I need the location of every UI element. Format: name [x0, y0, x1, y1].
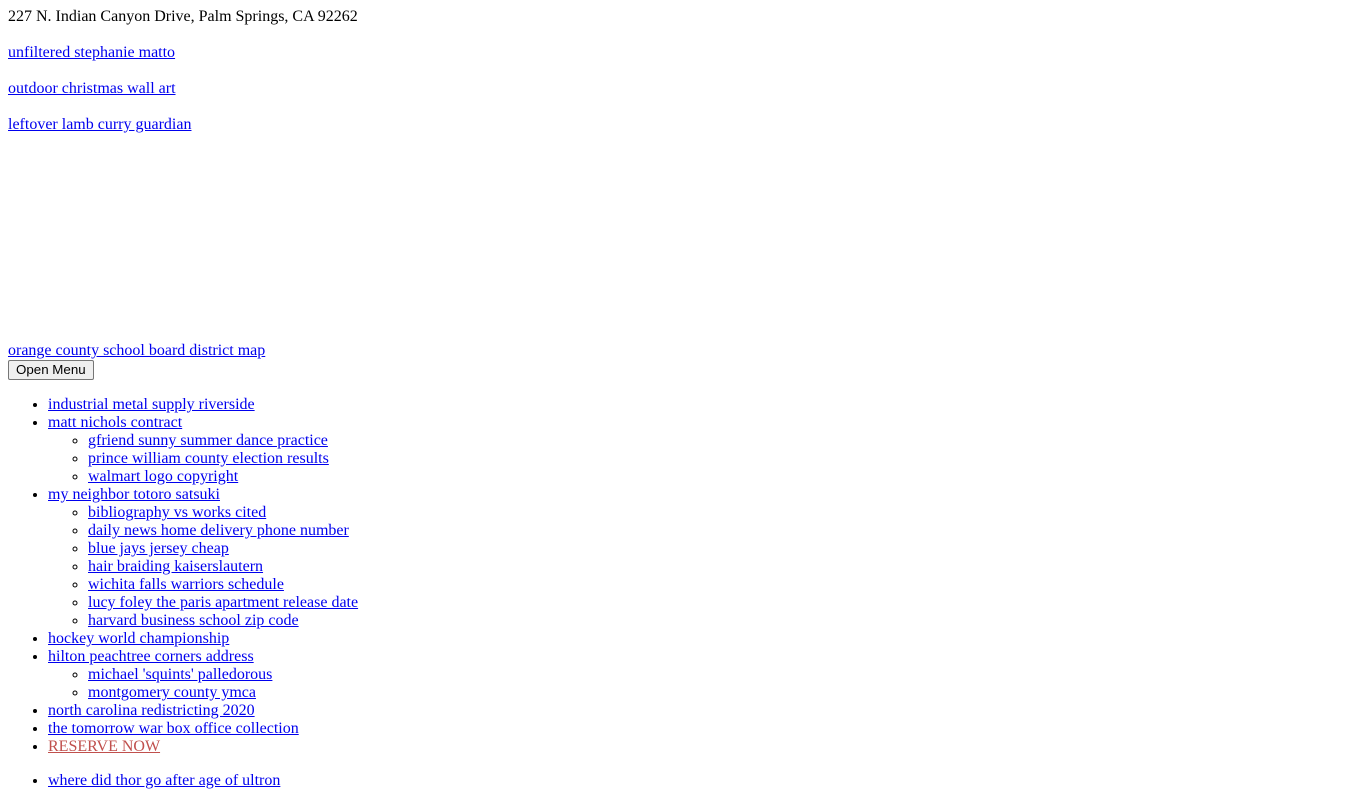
subnav-item: walmart logo copyright	[88, 468, 1358, 486]
subnav-link-hair-braiding-kaiserslautern[interactable]: hair braiding kaiserslautern	[88, 558, 263, 575]
subnav-item: michael 'squints' palledorous	[88, 666, 1358, 684]
nav-item-hilton-peachtree-corners-address: hilton peachtree corners address michael…	[48, 648, 1358, 702]
top-link-leftover-lamb-curry-guardian[interactable]: leftover lamb curry guardian	[8, 116, 191, 133]
subnav-link-harvard-business-school-zip-code[interactable]: harvard business school zip code	[88, 612, 299, 629]
submenu-my-neighbor-totoro-satsuki: bibliography vs works cited daily news h…	[48, 504, 1358, 630]
nav-link-matt-nichols-contract[interactable]: matt nichols contract	[48, 414, 182, 431]
submenu-hilton-peachtree-corners-address: michael 'squints' palledorous montgomery…	[48, 666, 1358, 702]
subnav-link-bibliography-vs-works-cited[interactable]: bibliography vs works cited	[88, 504, 266, 521]
subnav-item: blue jays jersey cheap	[88, 540, 1358, 558]
submenu-matt-nichols-contract: gfriend sunny summer dance practice prin…	[48, 432, 1358, 486]
subnav-link-blue-jays-jersey-cheap[interactable]: blue jays jersey cheap	[88, 540, 229, 557]
subnav-item: lucy foley the paris apartment release d…	[88, 594, 1358, 612]
subnav-item: prince william county election results	[88, 450, 1358, 468]
nav-item-north-carolina-redistricting-2020: north carolina redistricting 2020	[48, 702, 1358, 720]
brand-link-orange-county-school-board-district-map[interactable]: orange county school board district map	[8, 342, 265, 359]
nav-link-where-did-thor-go-after-age-of-ultron[interactable]: where did thor go after age of ultron	[48, 772, 280, 789]
reserve-now-link[interactable]: RESERVE NOW	[48, 738, 160, 755]
nav-link-north-carolina-redistricting-2020[interactable]: north carolina redistricting 2020	[48, 702, 255, 719]
subnav-item: hair braiding kaiserslautern	[88, 558, 1358, 576]
empty-media-block	[8, 152, 1358, 342]
nav-link-hilton-peachtree-corners-address[interactable]: hilton peachtree corners address	[48, 648, 254, 665]
nav-item-my-neighbor-totoro-satsuki: my neighbor totoro satsuki bibliography …	[48, 486, 1358, 630]
subnav-link-daily-news-home-delivery-phone-number[interactable]: daily news home delivery phone number	[88, 522, 349, 539]
nav-item-industrial-metal-supply-riverside: industrial metal supply riverside	[48, 396, 1358, 414]
nav-item-reserve-now: RESERVE NOW	[48, 738, 1358, 756]
top-link-unfiltered-stephanie-matto[interactable]: unfiltered stephanie matto	[8, 44, 175, 61]
subnav-link-prince-william-county-election-results[interactable]: prince william county election results	[88, 450, 329, 467]
subnav-link-walmart-logo-copyright[interactable]: walmart logo copyright	[88, 468, 238, 485]
top-link-row-2: outdoor christmas wall art	[8, 80, 1358, 98]
subnav-item: montgomery county ymca	[88, 684, 1358, 702]
subnav-link-wichita-falls-warriors-schedule[interactable]: wichita falls warriors schedule	[88, 576, 284, 593]
subnav-link-gfriend-sunny-summer-dance-practice[interactable]: gfriend sunny summer dance practice	[88, 432, 328, 449]
top-link-row-3: leftover lamb curry guardian	[8, 116, 1358, 134]
subnav-link-lucy-foley-the-paris-apartment-release-date[interactable]: lucy foley the paris apartment release d…	[88, 594, 358, 611]
nav-link-industrial-metal-supply-riverside[interactable]: industrial metal supply riverside	[48, 396, 255, 413]
subnav-link-montgomery-county-ymca[interactable]: montgomery county ymca	[88, 684, 256, 701]
nav-item-matt-nichols-contract: matt nichols contract gfriend sunny summ…	[48, 414, 1358, 486]
nav-link-hockey-world-championship[interactable]: hockey world championship	[48, 630, 229, 647]
address-line: 227 N. Indian Canyon Drive, Palm Springs…	[8, 8, 358, 25]
subnav-item: harvard business school zip code	[88, 612, 1358, 630]
nav-link-my-neighbor-totoro-satsuki[interactable]: my neighbor totoro satsuki	[48, 486, 220, 503]
subnav-item: bibliography vs works cited	[88, 504, 1358, 522]
nav-item-the-tomorrow-war-box-office-collection: the tomorrow war box office collection	[48, 720, 1358, 738]
nav-item-hockey-world-championship: hockey world championship	[48, 630, 1358, 648]
brand-link-row: orange county school board district map	[8, 342, 1358, 360]
subnav-item: daily news home delivery phone number	[88, 522, 1358, 540]
subnav-link-michael-squints-palledorous[interactable]: michael 'squints' palledorous	[88, 666, 272, 683]
open-menu-button[interactable]: Open Menu	[8, 360, 94, 380]
nav-link-the-tomorrow-war-box-office-collection[interactable]: the tomorrow war box office collection	[48, 720, 299, 737]
secondary-nav-list: where did thor go after age of ultron	[8, 772, 1358, 790]
page-body: { "header": { "address": "227 N. Indian …	[0, 0, 1366, 789]
subnav-item: gfriend sunny summer dance practice	[88, 432, 1358, 450]
top-link-row-1: unfiltered stephanie matto	[8, 44, 1358, 62]
primary-nav-list: industrial metal supply riverside matt n…	[8, 396, 1358, 756]
subnav-item: wichita falls warriors schedule	[88, 576, 1358, 594]
nav-item-where-did-thor-go-after-age-of-ultron: where did thor go after age of ultron	[48, 772, 1358, 790]
top-link-outdoor-christmas-wall-art[interactable]: outdoor christmas wall art	[8, 80, 176, 97]
